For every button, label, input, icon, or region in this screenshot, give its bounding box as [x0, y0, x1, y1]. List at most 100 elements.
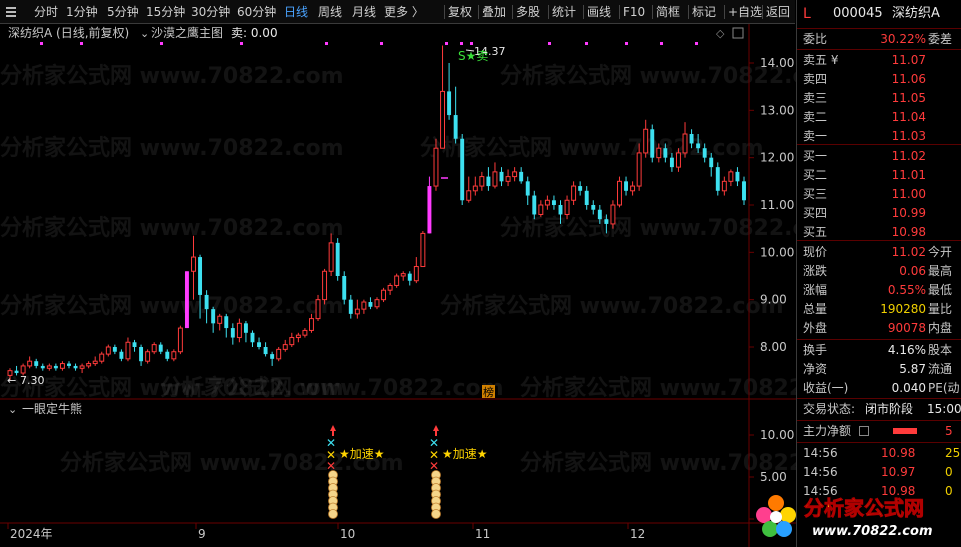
candle-body	[525, 181, 530, 196]
toolbar-button[interactable]: 叠加	[482, 4, 506, 21]
ask-row-label: 卖三	[803, 91, 828, 105]
bid-row[interactable]: 买三 11.00	[797, 185, 961, 203]
toolbar-button[interactable]: 多股	[516, 4, 540, 21]
stat-row[interactable]: 外盘 90078 内盘	[797, 319, 961, 337]
sub-chevron-icon: ⌄	[8, 403, 17, 416]
tick-volume: 0	[945, 465, 953, 479]
toolbar-button[interactable]: 画线	[587, 4, 611, 21]
x-tick-label: 2024年	[10, 527, 53, 541]
x-tick-label: 11	[475, 527, 490, 541]
y-tick-label: 14.00	[760, 56, 794, 70]
signal-dot	[40, 42, 43, 45]
candle-body	[236, 322, 242, 339]
menu-icon[interactable]	[6, 7, 16, 17]
candle-body	[682, 133, 688, 154]
signal-a-coin-icon	[328, 509, 338, 519]
candle-body	[466, 190, 472, 201]
period-tab[interactable]: 5分钟	[107, 4, 139, 21]
signal-dot	[325, 42, 328, 45]
signal-a-arrow-head	[330, 425, 336, 431]
main-flow-value: 5	[945, 424, 953, 438]
bid-row-label: 买三	[803, 187, 828, 201]
candle-body	[40, 365, 45, 369]
kline-chart[interactable]: 深纺织A (日线,前复权) ⌄ 沙漠之鹰主图 卖: 0.00 ◇⌄ 一眼定牛熊14.001…	[0, 24, 796, 547]
ask-row-label: 卖二	[803, 110, 828, 124]
bid-row-value: 11.02	[891, 149, 926, 163]
toolbar-button[interactable]: 简框	[656, 4, 680, 21]
candle-body	[597, 209, 602, 220]
stat-row[interactable]: 涨幅 0.55% 最低	[797, 281, 961, 299]
candle-body	[663, 148, 668, 158]
candle-body	[604, 219, 609, 224]
ask-row[interactable]: 卖二 11.04	[797, 108, 961, 126]
tick-row[interactable]: 14:56 10.97 0	[797, 463, 961, 481]
candle-body	[125, 341, 131, 360]
stat-row-label: 涨幅	[803, 283, 828, 297]
period-tab[interactable]: 周线	[318, 4, 342, 21]
candle-body	[27, 360, 33, 367]
ask-row[interactable]: 卖一 11.03	[797, 127, 961, 145]
stat2-row[interactable]: 收益(一) 0.040 PE(动	[797, 379, 961, 397]
period-tab[interactable]: 30分钟	[191, 4, 230, 21]
bid-row[interactable]: 买五 10.98	[797, 223, 961, 241]
period-tab[interactable]: 15分钟	[146, 4, 185, 21]
candle-body	[335, 242, 340, 276]
signal-b-coin-icon	[431, 509, 441, 519]
candle-body	[145, 351, 151, 362]
signal-b-arrow-head	[433, 425, 439, 431]
toolbar-button[interactable]: F10	[623, 4, 645, 21]
toolbar-button[interactable]: 标记	[692, 4, 716, 21]
signal-dot	[660, 42, 663, 45]
period-tab[interactable]: 更多 〉	[384, 4, 424, 21]
candle-body	[675, 152, 681, 168]
candle-body	[14, 370, 19, 374]
bid-row[interactable]: 买一 11.02	[797, 147, 961, 165]
candle-body	[702, 148, 707, 158]
toolbar-button[interactable]: 返回	[766, 4, 790, 21]
stat-row[interactable]: 总量 190280 量比	[797, 300, 961, 318]
ask-row-value: 11.04	[891, 110, 926, 124]
period-tab[interactable]: 60分钟	[237, 4, 276, 21]
stat2-row[interactable]: 换手 4.16% 股本	[797, 341, 961, 359]
period-tab[interactable]: 1分钟	[66, 4, 98, 21]
stat-row-right-label: 最低	[928, 283, 953, 297]
candle-body	[551, 200, 556, 205]
candle-body	[486, 176, 491, 187]
toolbar-button[interactable]: +自选	[728, 4, 762, 21]
ask-row[interactable]: 卖三 11.05	[797, 89, 961, 107]
period-tab[interactable]: 日线	[284, 4, 308, 21]
stat2-row-right-label: PE(动	[928, 381, 960, 395]
toolbar-button[interactable]: 复权	[448, 4, 472, 21]
bid-row-value: 10.99	[891, 206, 926, 220]
bid-row[interactable]: 买四 10.99	[797, 204, 961, 222]
tick-row[interactable]: 14:56 10.98 25	[797, 444, 961, 462]
stat-row[interactable]: 涨跌 0.06 最高	[797, 262, 961, 280]
candle-body	[354, 308, 360, 315]
candle-body	[171, 351, 177, 360]
stat-row[interactable]: 现价 11.02 今开	[797, 243, 961, 261]
toolbar-button[interactable]: 统计	[552, 4, 576, 21]
ask-row-label: 卖一	[803, 129, 828, 143]
bid-row-label: 买五	[803, 225, 828, 239]
candle-body	[689, 134, 694, 144]
period-tab[interactable]: 分时	[34, 4, 58, 21]
y-tick-label: 11.00	[760, 198, 794, 212]
candle-body	[139, 347, 144, 362]
stat2-row-value: 5.87	[899, 362, 926, 376]
stat-row-value: 90078	[887, 321, 926, 335]
candle-body	[59, 363, 65, 369]
stat2-row[interactable]: 净资 5.87 流通	[797, 360, 961, 378]
bid-row[interactable]: 买二 11.01	[797, 166, 961, 184]
main-flow-row[interactable]: 主力净额 5	[797, 422, 961, 440]
signal-b-signal-label: ★加速★	[442, 447, 488, 461]
candle-body	[636, 152, 642, 187]
candle-body	[177, 327, 183, 353]
y-tick-label: 8.00	[760, 340, 787, 354]
ask-row[interactable]: 卖五 ¥ 11.07	[797, 51, 961, 69]
candle-body	[211, 309, 216, 324]
period-tab[interactable]: 月线	[352, 4, 376, 21]
bid-row-value: 11.01	[891, 168, 926, 182]
signal-a-signal-label: ★加速★	[339, 447, 385, 461]
diamond-icon: ◇	[716, 27, 725, 40]
ask-row[interactable]: 卖四 11.06	[797, 70, 961, 88]
